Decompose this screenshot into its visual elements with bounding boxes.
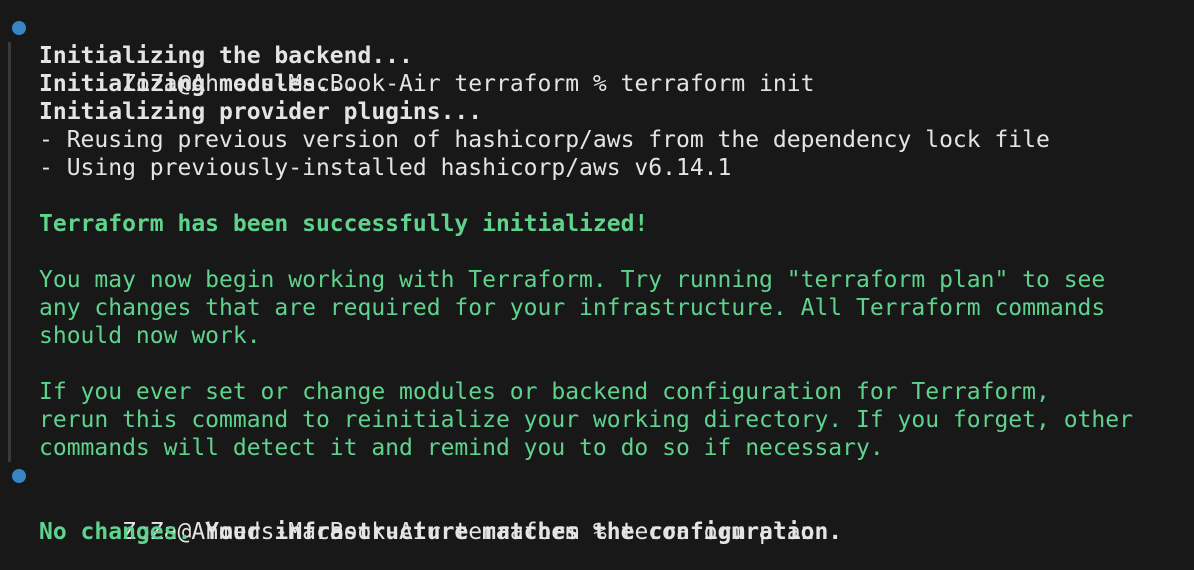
no-changes-label: No changes. [39,519,192,545]
output-line-using: - Using previously-installed hashicorp/a… [39,155,732,181]
info-line: You may now begin working with Terraform… [39,267,1106,293]
output-line-modules: Initializing modules... [39,71,358,97]
output-line-backend: Initializing the backend... [39,43,413,69]
command-status-dot-icon[interactable] [12,469,26,483]
terminal-window[interactable]: ZoZa@Ahmeds-MacBook-Air terraform % terr… [0,0,1194,570]
output-line-reuse: - Reusing previous version of hashicorp/… [39,127,1050,153]
info-line: If you ever set or change modules or bac… [39,379,1050,405]
command-status-dot-icon[interactable] [12,21,26,35]
success-message: Terraform has been successfully initiali… [39,211,649,237]
info-line: rerun this command to reinitialize your … [39,407,1133,433]
info-line: commands will detect it and remind you t… [39,435,884,461]
plan-result-line: No changes. Your infrastructure matches … [0,518,1194,546]
plan-result-text: Your infrastructure matches the configur… [191,519,843,545]
output-line-plugins: Initializing provider plugins... [39,99,483,125]
plan-command-line: ZoZa@Ahmeds-MacBook-Air terraform % terr… [0,462,1194,545]
info-line: any changes that are required for your i… [39,295,1106,321]
info-line: should now work. [39,323,261,349]
terminal-output: ZoZa@Ahmeds-MacBook-Air terraform % terr… [0,14,1194,546]
init-command-line: ZoZa@Ahmeds-MacBook-Air terraform % terr… [0,14,1194,97]
